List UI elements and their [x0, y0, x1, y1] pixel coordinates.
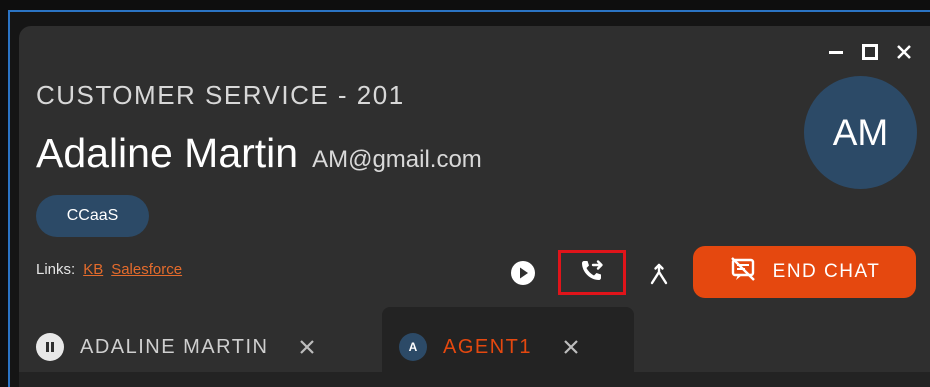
chat-content-area: [19, 372, 930, 387]
transfer-call-button[interactable]: [558, 250, 626, 295]
customer-name: Adaline Martin: [36, 130, 299, 176]
tab-label: ADALINE MARTIN: [80, 335, 269, 358]
end-chat-label: END CHAT: [772, 261, 881, 282]
channel-tag: CCaaS: [36, 195, 149, 237]
links-row: Links: KB Salesforce: [36, 261, 182, 278]
pause-icon: [36, 333, 64, 361]
close-icon[interactable]: [560, 336, 582, 358]
link-salesforce[interactable]: Salesforce: [111, 261, 182, 278]
close-icon[interactable]: [296, 336, 318, 358]
close-icon[interactable]: [892, 40, 916, 64]
customer-email: AM@gmail.com: [312, 146, 482, 173]
phone-transfer-icon: [579, 257, 605, 288]
end-chat-button[interactable]: END CHAT: [693, 246, 916, 298]
window-controls: [824, 40, 916, 64]
play-icon[interactable]: [510, 260, 536, 286]
end-chat-icon: [729, 255, 757, 289]
customer-identity: Adaline Martin AM@gmail.com: [36, 130, 482, 177]
tab-label: AGENT1: [443, 335, 533, 358]
links-label: Links:: [36, 261, 76, 278]
maximize-icon[interactable]: [858, 40, 882, 64]
agent-avatar: A: [399, 333, 427, 361]
minimize-icon[interactable]: [824, 40, 848, 64]
link-kb[interactable]: KB: [83, 261, 103, 278]
chat-panel: CUSTOMER SERVICE - 201 Adaline Martin AM…: [19, 26, 930, 387]
queue-title: CUSTOMER SERVICE - 201: [36, 80, 405, 110]
customer-avatar: AM: [804, 76, 917, 189]
merge-icon[interactable]: [646, 261, 672, 287]
